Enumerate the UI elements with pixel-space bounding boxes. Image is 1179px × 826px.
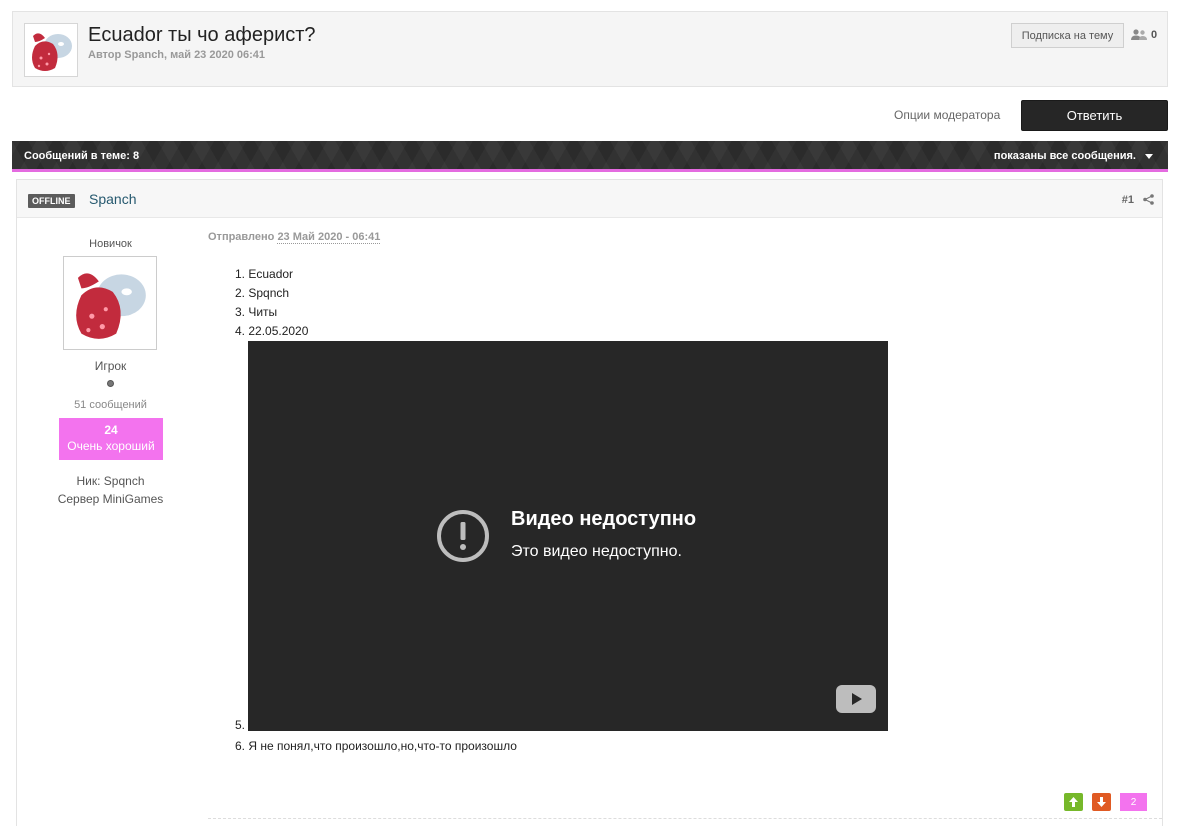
posted-on: Отправлено 23 Май 2020 - 06:41 [208,231,381,244]
topic-header: Ecuador ты чо аферист? Автор Spanch, май… [12,11,1168,87]
vote-up-button[interactable] [1064,793,1083,811]
post: OFFLINE Spanch #1 Новичок Игрок 51 сообщ… [16,179,1163,826]
video-subtitle: Это видео недоступно. [511,543,682,560]
topic-author-avatar[interactable] [24,23,78,77]
list-item: 2. Spqnch [235,286,290,300]
post-author-link[interactable]: Spanch [89,191,136,207]
posts-count: Сообщений в теме: 8 [24,150,140,162]
post-number-link[interactable]: #1 [1122,194,1134,206]
topic-title: Ecuador ты чо аферист? [88,24,316,46]
moderator-options-link[interactable]: Опции модератора [894,108,1000,122]
reply-button[interactable]: Ответить [1021,100,1168,131]
arrow-up-icon [1069,797,1078,807]
reputation-value: 24 [104,423,118,437]
arrow-down-icon [1097,797,1106,807]
video-title: Видео недоступно [511,508,697,530]
posted-date: 23 Май 2020 - 06:41 [277,231,381,244]
vote-down-button[interactable] [1092,793,1111,811]
author-server: Сервер MiniGames [57,492,164,506]
posts-filter-dropdown[interactable]: показаны все сообщения. [994,150,1136,162]
posted-label: Отправлено [208,231,275,243]
author-avatar[interactable] [63,256,157,350]
followers-counter[interactable]: 0 [1130,29,1157,41]
share-icon[interactable] [1143,194,1154,205]
list-item: 4. 22.05.2020 [235,324,309,338]
list-item: 3. Читы [235,305,278,319]
list-item: 6. Я не понял,что произошло,но,что-то пр… [235,739,517,753]
divider [208,818,1162,819]
list-item: 5. [235,718,246,732]
reputation-label: Очень хороший [67,439,155,453]
users-icon [1131,29,1147,40]
video-embed[interactable]: Видео недоступно Это видео недоступно. [248,341,888,731]
reputation-badge: 24 Очень хороший [59,418,163,460]
author-nick: Ник: Spqnch [76,474,145,488]
posts-bar: Сообщений в теме: 8 показаны все сообщен… [12,141,1168,172]
rank-dot-icon [107,380,114,387]
author-title: Игрок [94,359,127,373]
bag-ghost-avatar-icon [64,257,156,349]
list-item: 1. Ecuador [235,267,294,281]
vote-count-badge[interactable]: 2 [1120,793,1147,811]
follow-topic-button[interactable]: Подписка на тему [1011,23,1124,48]
author-group: Новичок [89,238,132,250]
chevron-down-icon[interactable] [1145,154,1153,159]
author-posts-count: 51 сообщений [74,399,147,411]
followers-count: 0 [1151,29,1158,41]
status-badge: OFFLINE [28,194,75,208]
topic-meta: Автор Spanch, май 23 2020 06:41 [88,49,266,61]
youtube-logo-icon[interactable] [836,685,876,713]
warning-icon [437,510,489,562]
post-header: OFFLINE Spanch #1 [17,180,1162,218]
bag-ghost-avatar-icon [25,24,77,76]
